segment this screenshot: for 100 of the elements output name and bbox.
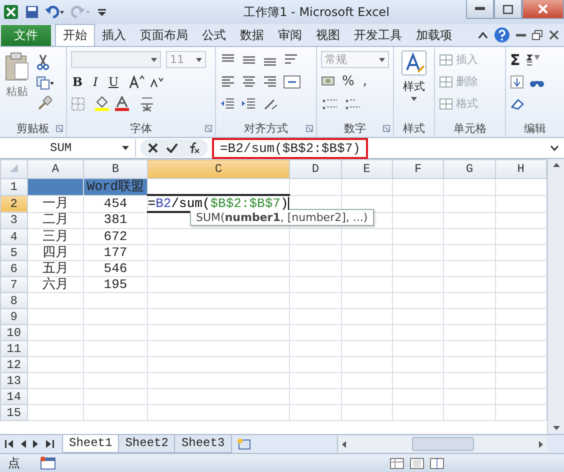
font-color-icon[interactable] [115, 96, 129, 111]
row-header[interactable]: 1 [0, 178, 28, 195]
column-header[interactable]: F [392, 160, 444, 178]
column-header[interactable]: H [495, 160, 546, 178]
phonetic-guide-icon[interactable] [138, 96, 156, 112]
row-header[interactable]: 10 [0, 324, 28, 340]
row-header[interactable]: 6 [0, 260, 28, 276]
maximize-button[interactable] [494, 0, 522, 19]
undo-icon[interactable] [45, 5, 65, 19]
vertical-scrollbar[interactable] [547, 159, 564, 434]
ribbon-tab[interactable]: 开发工具 [347, 25, 409, 46]
sort-filter-icon[interactable] [525, 52, 542, 66]
paste-button[interactable]: 粘贴 [4, 50, 30, 119]
save-icon[interactable] [25, 5, 39, 19]
copy-icon[interactable] [36, 76, 54, 90]
close-icon[interactable] [549, 30, 559, 40]
row-header[interactable]: 9 [0, 308, 28, 324]
decrease-font-icon[interactable] [150, 76, 164, 88]
row-header[interactable]: 5 [0, 244, 28, 260]
fill-color-icon[interactable] [94, 96, 110, 111]
sheet-tab[interactable]: Sheet2 [118, 435, 176, 453]
table-cell: 三月 [27, 228, 84, 244]
horizontal-scrollbar[interactable] [337, 436, 547, 452]
decrease-decimal-icon[interactable] [344, 96, 362, 110]
format-painter-icon[interactable] [36, 96, 52, 112]
text-orientation-icon[interactable] [262, 96, 280, 110]
border-icon[interactable] [71, 96, 85, 110]
ribbon-tab[interactable]: 加载项 [409, 25, 459, 46]
decrease-indent-icon[interactable] [220, 96, 236, 110]
row-header[interactable]: 14 [0, 388, 28, 404]
eraser-icon[interactable] [510, 96, 526, 110]
sheet-tab[interactable]: Sheet3 [174, 435, 232, 453]
last-sheet-icon[interactable] [46, 440, 54, 448]
styles-button[interactable]: 样式 [401, 50, 427, 119]
expand-formula-icon[interactable] [550, 145, 559, 151]
cancel-icon[interactable] [148, 143, 158, 153]
minimize-button[interactable] [466, 0, 494, 19]
autosum-button[interactable]: Σ [510, 50, 520, 68]
row-header[interactable]: 2 [0, 195, 28, 212]
column-header[interactable]: E [341, 160, 392, 178]
ribbon-tab[interactable]: 审阅 [271, 25, 309, 46]
column-header[interactable]: A [27, 160, 84, 178]
file-tab[interactable]: 文件 [1, 25, 51, 46]
row-header[interactable]: 15 [0, 404, 28, 420]
sheet-tab[interactable]: Sheet1 [62, 435, 120, 453]
new-sheet-icon[interactable] [236, 438, 251, 450]
next-sheet-icon[interactable] [33, 440, 39, 448]
row-header[interactable]: 8 [0, 292, 28, 308]
bold-button[interactable]: B [71, 74, 84, 88]
formula-input[interactable]: =B2/sum($B$2:$B$7) [212, 138, 368, 158]
text-align-icon[interactable] [241, 74, 257, 88]
italic-button[interactable]: I [89, 74, 102, 88]
row-header[interactable]: 11 [0, 340, 28, 356]
ribbon-tab[interactable]: 视图 [309, 25, 347, 46]
row-header[interactable]: 4 [0, 228, 28, 244]
scroll-up-icon[interactable] [552, 163, 560, 167]
normal-view-icon[interactable] [390, 458, 404, 468]
scroll-left-icon[interactable] [342, 440, 346, 448]
ribbon-tab[interactable]: 开始 [55, 24, 95, 46]
ribbon-tab[interactable]: 公式 [195, 25, 233, 46]
text-align-icon[interactable] [220, 74, 236, 88]
row-header[interactable]: 12 [0, 356, 28, 372]
enter-icon[interactable] [166, 143, 178, 153]
column-header[interactable]: G [444, 160, 496, 178]
name-box[interactable]: SUM [0, 139, 136, 157]
column-header[interactable]: D [290, 160, 342, 178]
page-layout-icon[interactable] [410, 458, 424, 468]
collapse-ribbon-icon[interactable] [478, 31, 488, 39]
column-header[interactable]: B [84, 160, 148, 178]
ribbon-tab[interactable]: 页面布局 [133, 25, 195, 46]
minimize-icon[interactable] [516, 31, 526, 39]
close-button[interactable] [522, 0, 564, 19]
previous-sheet-icon[interactable] [20, 440, 26, 448]
scroll-down-icon[interactable] [552, 426, 560, 430]
wrap-text-icon[interactable] [283, 52, 299, 66]
row-header[interactable]: 13 [0, 372, 28, 388]
currency-icon[interactable] [321, 74, 337, 88]
help-icon[interactable] [494, 27, 510, 43]
increase-decimal-icon[interactable] [321, 96, 339, 110]
increase-font-icon[interactable] [129, 74, 145, 88]
text-align-icon[interactable] [262, 74, 278, 88]
fill-icon[interactable] [510, 74, 524, 88]
ribbon-tab[interactable]: 插入 [95, 25, 133, 46]
ribbon-tab[interactable]: 数据 [233, 25, 271, 46]
percent-button[interactable]: % [342, 74, 354, 89]
column-header[interactable]: C [147, 160, 290, 178]
row-header[interactable]: 3 [0, 212, 28, 228]
increase-indent-icon[interactable] [241, 96, 257, 110]
macro-record-icon[interactable] [40, 456, 56, 470]
merge-cells-icon[interactable] [283, 74, 301, 88]
excel-logo-icon[interactable] [3, 4, 19, 20]
styles-icon [401, 50, 427, 76]
comma-button[interactable]: , [359, 74, 371, 89]
cut-icon[interactable] [36, 54, 50, 70]
scroll-right-icon[interactable] [539, 440, 543, 448]
page-break-icon[interactable] [430, 458, 444, 468]
underline-button[interactable]: U [107, 74, 120, 88]
row-header[interactable]: 7 [0, 276, 28, 292]
restore-icon[interactable] [532, 30, 543, 40]
first-sheet-icon[interactable] [5, 440, 13, 448]
